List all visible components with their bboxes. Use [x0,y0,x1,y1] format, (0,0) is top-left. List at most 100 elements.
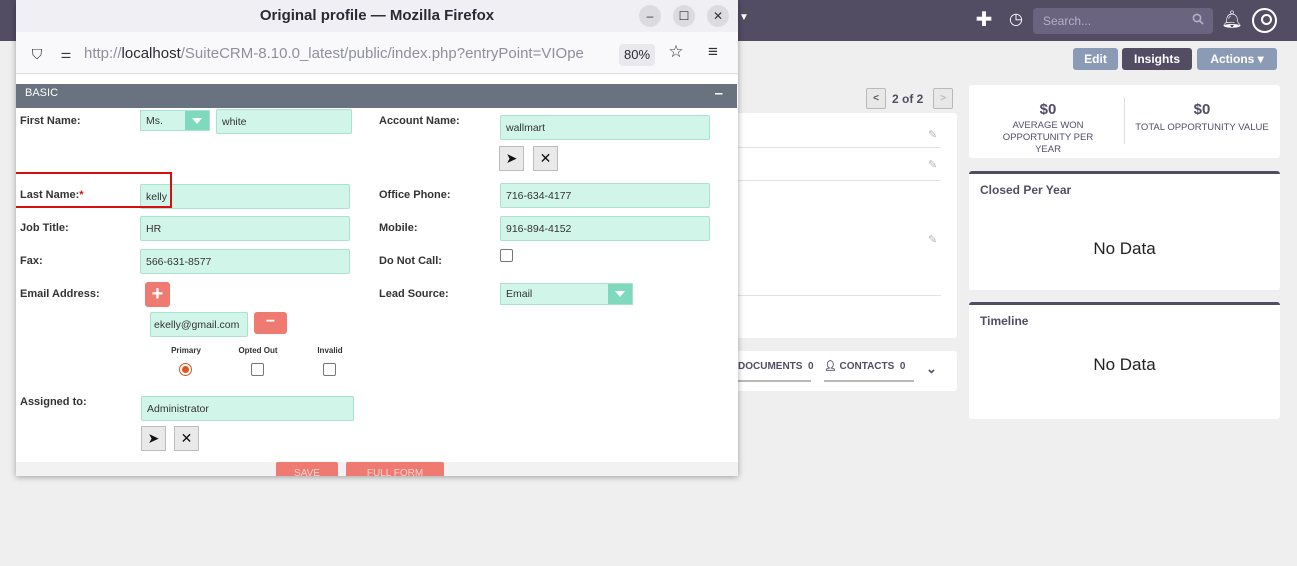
mobile-label: Mobile: [379,222,418,234]
clear-user-close-icon[interactable]: ✕ [174,426,199,451]
edit-button[interactable]: Edit [1073,48,1118,70]
next-record-button[interactable]: > [933,88,953,109]
record-pager: < 2 of 2 > [866,88,956,110]
timeline-card: Timeline No Data [969,302,1280,419]
invalid-flag-label: Invalid [317,346,343,355]
tab-documents[interactable]: DOCUMENTS 0 [738,361,814,372]
lead-source-value: Email [506,288,533,300]
tab-contacts-count: 0 [899,361,906,372]
chevron-down-icon[interactable]: ⌄ [926,361,937,377]
salutation-select[interactable]: Ms. [140,110,210,131]
window-title: Original profile — Mozilla Firefox [259,7,495,24]
account-name-input[interactable]: wallmart [500,115,710,140]
tab-contacts[interactable]: 👤︎ CONTACTS 0 [824,361,905,372]
remove-email-button[interactable]: − [254,312,287,334]
invalid-checkbox[interactable] [323,363,336,376]
url-bar[interactable]: ⛉ ⚌ http://localhost/SuiteCRM-8.10.0_lat… [16,36,738,74]
divider [736,180,941,181]
insights-button[interactable]: Insights [1122,48,1192,70]
edit-pencil-icon[interactable]: ✎ [928,128,940,141]
search-icon [1192,13,1204,25]
url-text[interactable]: http://localhost/SuiteCRM-8.10.0_latest/… [84,45,612,62]
chevron-down-icon [185,111,209,130]
bell-icon[interactable]: 🔔︎ [1221,9,1243,31]
actions-label: Actions [1210,52,1255,66]
search-input[interactable]: Search... [1033,8,1213,34]
save-button[interactable]: SAVE [276,462,338,476]
edit-pencil-icon[interactable]: ✎ [928,158,940,171]
nav-dropdown-caret-icon[interactable]: ▼ [739,12,749,23]
full-form-button[interactable]: FULL FORM [346,462,444,476]
history-icon[interactable]: ◷ [1005,9,1027,31]
do-not-call-label: Do Not Call: [379,255,442,267]
stat-amount: $0 [1193,101,1211,118]
mobile-input[interactable]: 916-894-4152 [500,216,710,241]
select-user-cursor-icon[interactable]: ➤ [141,426,166,451]
stat-label: AVERAGE WON OPPORTUNITY PER YEAR [1002,120,1094,155]
tab-underline [824,380,914,382]
primary-flag-label: Primary [171,346,201,355]
edit-pencil-icon[interactable]: ✎ [928,233,940,246]
opted-out-checkbox[interactable] [251,363,264,376]
no-data-text: No Data [1093,239,1156,258]
no-data-text: No Data [1093,355,1156,374]
office-phone-input[interactable]: 716-634-4177 [500,183,710,208]
lead-source-select[interactable]: Email [500,283,633,305]
primary-email-radio[interactable] [179,363,192,376]
stat-amount: $0 [1039,101,1057,118]
menu-icon[interactable]: ≡ [705,43,721,60]
last-name-highlight-box [16,172,172,208]
tab-documents-label: DOCUMENTS [738,361,803,372]
email-address-label: Email Address: [20,288,100,300]
select-account-cursor-icon[interactable]: ➤ [499,146,524,171]
job-title-input[interactable]: HR [140,216,350,241]
zoom-level-button[interactable]: 80% [619,44,655,66]
lead-source-label: Lead Source: [379,288,449,300]
maximize-icon[interactable]: ☐ [673,5,695,27]
quick-edit-form: BASIC – First Name: Ms. white Account Na… [16,75,738,476]
plus-icon[interactable]: ✚ [973,9,995,31]
stat-average-won: $0 AVERAGE WON OPPORTUNITY PER YEAR [973,101,1123,156]
actions-button[interactable]: Actions ▾ [1197,48,1277,70]
user-avatar-icon[interactable] [1252,8,1277,33]
window-titlebar[interactable]: Original profile — Mozilla Firefox – ☐ ✕ [16,0,738,32]
previous-record-button[interactable]: < [866,88,886,109]
office-phone-label: Office Phone: [379,189,451,201]
job-title-label: Job Title: [20,222,69,234]
divider [1124,98,1125,144]
basic-panel-header[interactable]: BASIC – [16,84,737,108]
person-icon: 👤︎ [824,361,837,372]
divider [736,147,941,148]
clear-account-close-icon[interactable]: ✕ [533,146,558,171]
tab-documents-count: 0 [808,361,814,372]
minimize-icon[interactable]: – [639,5,661,27]
add-email-button[interactable]: + [145,282,170,307]
assigned-to-label: Assigned to: [20,396,87,408]
card-title: Closed Per Year [980,183,1072,197]
first-name-label: First Name: [20,115,81,127]
collapse-icon[interactable]: – [715,84,723,103]
stat-total-value: $0 TOTAL OPPORTUNITY VALUE [1127,101,1277,134]
card-title: Timeline [980,314,1029,328]
do-not-call-checkbox[interactable] [500,249,513,262]
email-input[interactable]: ekelly@gmail.com [150,312,248,337]
stat-label: TOTAL OPPORTUNITY VALUE [1135,122,1269,133]
tab-underline [736,380,811,382]
firefox-popup-window: Original profile — Mozilla Firefox – ☐ ✕… [16,0,738,476]
panel-label: BASIC [25,87,59,99]
search-placeholder: Search... [1043,14,1092,28]
fax-label: Fax: [20,255,43,267]
url-path: /SuiteCRM-8.10.0_latest/public/index.php… [180,45,584,62]
account-name-label: Account Name: [379,115,460,127]
permissions-icon[interactable]: ⚌ [58,46,74,62]
fax-input[interactable]: 566-631-8577 [140,249,350,274]
close-icon[interactable]: ✕ [707,5,729,27]
salutation-value: Ms. [146,115,163,127]
closed-per-year-card: Closed Per Year No Data [969,171,1280,290]
first-name-input[interactable]: white [216,109,352,134]
opted-out-flag-label: Opted Out [238,346,278,355]
record-detail-panel: ✎ ✎ ✎ [736,113,957,338]
shield-icon[interactable]: ⛉ [29,46,45,62]
bookmark-star-icon[interactable]: ☆ [668,43,684,60]
assigned-to-input[interactable]: Administrator [141,396,354,421]
